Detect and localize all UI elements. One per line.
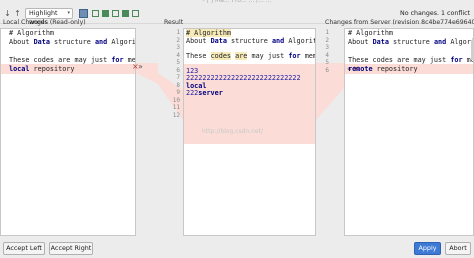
code-token: for — [288, 51, 301, 60]
code-token: may just — [247, 51, 289, 60]
apply-non-conflicting-left-icon[interactable] — [92, 10, 99, 17]
code-token: These codes are may just — [9, 56, 112, 64]
line-number: 12 — [172, 111, 180, 119]
code-line: local repository — [9, 65, 74, 74]
code-token: Algorith — [288, 36, 315, 45]
left-panel-title: Local Changes (Read-only) — [3, 19, 86, 26]
settings-icon[interactable] — [132, 10, 139, 17]
chevron-down-icon: ▾ — [67, 10, 70, 16]
accept-right-button[interactable]: Accept Right — [49, 242, 93, 255]
left-editor[interactable]: # Algorithm About Data structure and Algo… — [0, 28, 136, 236]
code-line: About Data structure and Algori — [348, 38, 474, 47]
abort-button[interactable]: Abort — [445, 242, 471, 255]
code-line: These codes are may just for mem — [9, 56, 135, 65]
result-editor[interactable]: # Algorithm About Data structure and Algo… — [183, 28, 316, 236]
right-editor[interactable]: « × # Algorithm About Data structure and … — [344, 28, 474, 236]
apply-non-conflicting-right-icon[interactable] — [112, 10, 119, 17]
code-line: # Algorithm — [348, 29, 393, 38]
code-line: 222server — [186, 89, 223, 98]
code-token: codes — [210, 51, 232, 60]
code-token: # Algorithm — [348, 29, 394, 37]
code-token: local — [9, 65, 30, 73]
code-token: About — [348, 38, 373, 46]
code-token: # Algorithm — [9, 29, 55, 37]
code-token: repository — [372, 65, 418, 73]
left-merge-gutter: × » 1 2 3 4 5 6 7 8 9 10 11 12 — [132, 28, 183, 236]
code-token: structure — [388, 38, 434, 46]
merge-status: No changes. 1 conflict — [400, 10, 470, 17]
code-token: structure — [226, 36, 272, 45]
code-token: and — [94, 38, 108, 46]
highlight-words-select[interactable]: Highlight words ▾ — [25, 8, 73, 26]
code-token: repository — [29, 65, 75, 73]
code-token: 222 — [186, 89, 199, 97]
code-line: remote repository — [348, 65, 418, 74]
code-token: for — [111, 56, 124, 64]
arrow-down-icon[interactable]: ↓ — [3, 9, 12, 18]
code-token: are — [235, 51, 248, 60]
accept-left-button[interactable]: Accept Left — [3, 242, 45, 255]
code-line: About Data structure and Algorith — [186, 36, 315, 46]
line-number: 6 — [325, 66, 329, 74]
code-line: About Data structure and Algori — [9, 38, 136, 47]
right-panel-title: Changes from Server (revision 8c4be774e6… — [325, 19, 474, 26]
code-token: Data — [33, 38, 50, 46]
ignore-whitespace-toggle-icon[interactable] — [79, 9, 88, 18]
code-token: server — [198, 89, 223, 97]
code-line: These codes are may just for mem — [186, 51, 316, 61]
apply-left-icon[interactable]: » — [138, 62, 143, 71]
apply-button[interactable]: Apply — [414, 242, 441, 255]
code-token: Data — [210, 36, 227, 45]
code-token: Algori — [446, 38, 474, 46]
code-token: Algori — [107, 38, 136, 46]
watermark: http://blog.csdn.net/ — [202, 128, 264, 135]
code-token: for — [450, 56, 463, 64]
magic-resolve-icon[interactable] — [122, 10, 129, 17]
code-token: and — [433, 38, 447, 46]
code-line: These codes are may just for mem — [348, 56, 473, 65]
code-line: # Algorithm — [9, 29, 54, 38]
code-token: About — [9, 38, 34, 46]
code-token: and — [271, 36, 285, 45]
code-token: structure — [49, 38, 95, 46]
apply-non-conflicting-icon[interactable] — [102, 10, 109, 17]
arrow-up-icon[interactable]: ↑ — [13, 9, 22, 18]
code-token: These — [186, 51, 211, 60]
code-token: These codes are may just — [348, 56, 451, 64]
code-token: About — [186, 36, 211, 45]
right-merge-gutter: 123456 — [316, 28, 344, 236]
code-token: mem — [300, 51, 316, 60]
code-token: remote — [348, 65, 373, 73]
center-panel-title: Result — [164, 19, 184, 26]
code-token: Data — [372, 38, 389, 46]
